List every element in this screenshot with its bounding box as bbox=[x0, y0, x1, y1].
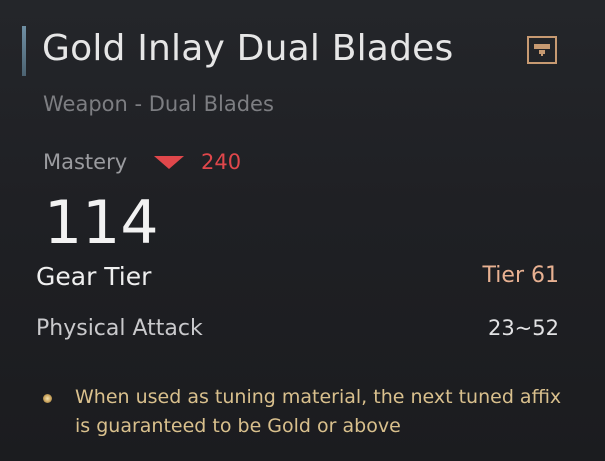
mastery-value: 114 bbox=[44, 188, 159, 258]
item-tooltip: Gold Inlay Dual Blades Weapon - Dual Bla… bbox=[0, 0, 605, 461]
gear-tier-label: Gear Tier bbox=[36, 262, 152, 291]
item-name: Gold Inlay Dual Blades bbox=[42, 28, 454, 69]
mastery-label: Mastery bbox=[43, 150, 128, 174]
lock-glyph-icon bbox=[534, 44, 550, 56]
gear-tier-value: Tier 61 bbox=[482, 263, 559, 288]
physical-attack-value: 23~52 bbox=[487, 316, 559, 340]
mastery-change-value: 240 bbox=[201, 150, 242, 174]
down-arrow-icon bbox=[154, 156, 184, 169]
title-accent-bar bbox=[22, 26, 26, 76]
gold-dot-icon bbox=[43, 394, 52, 403]
lock-icon[interactable] bbox=[527, 36, 557, 64]
physical-attack-label: Physical Attack bbox=[36, 316, 203, 341]
item-type: Weapon - Dual Blades bbox=[43, 92, 274, 116]
effect-description: When used as tuning material, the next t… bbox=[75, 386, 562, 437]
